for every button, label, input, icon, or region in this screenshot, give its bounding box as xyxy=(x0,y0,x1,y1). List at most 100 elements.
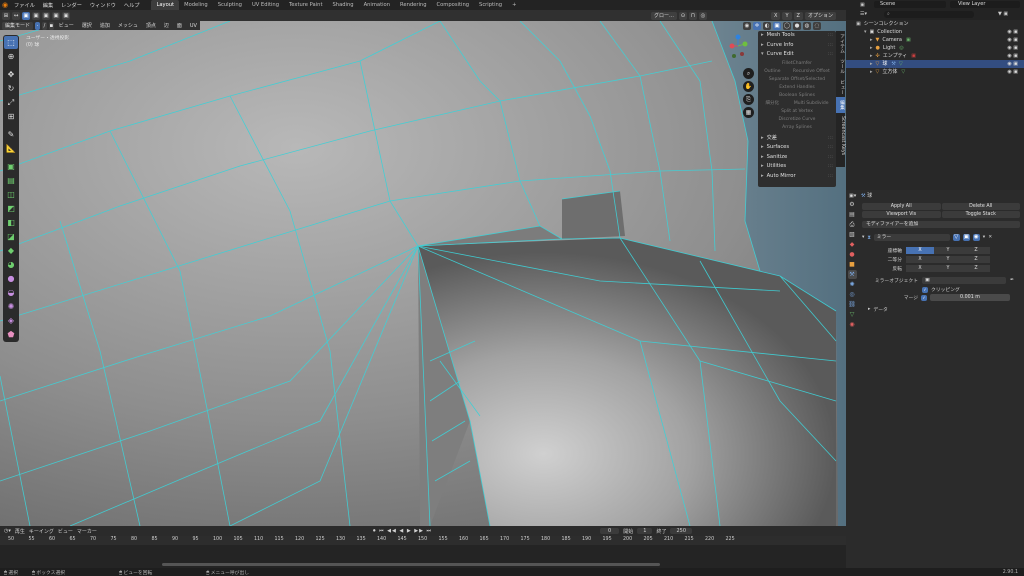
outliner-row-camera[interactable]: ▸ ▼ Camera ▣ ◉ ▣ xyxy=(846,36,1024,44)
flip-y-button[interactable]: Y xyxy=(934,265,962,272)
panel-curve-info[interactable]: ▸ Curve Info::: xyxy=(758,41,836,51)
menu-file[interactable]: ファイル xyxy=(10,2,39,9)
modifiers-tab-icon[interactable]: ⚒ xyxy=(847,270,857,279)
axis-z-toggle[interactable]: Z xyxy=(793,11,803,20)
tab-screencast-keys[interactable]: Screencast Keys xyxy=(836,113,845,158)
select-mode-invert-icon[interactable]: ▣ xyxy=(52,11,60,20)
timeline-editor-icon[interactable]: ◷▾ xyxy=(4,528,11,534)
view-layer-selector[interactable]: View Layer xyxy=(950,1,1020,8)
panel-utilities[interactable]: ▸ Utilities::: xyxy=(758,162,836,172)
physics-tab-icon[interactable]: ◎ xyxy=(848,290,857,299)
outliner-search-input[interactable]: ⌕ xyxy=(884,11,974,18)
add-modifier-dropdown[interactable]: モディファイアーを追加 xyxy=(862,221,1020,228)
transform-tool-icon[interactable]: ⊞ xyxy=(4,110,18,123)
workspace-tab-shading[interactable]: Shading xyxy=(327,0,358,10)
expand-arrow-icon[interactable]: ▾ xyxy=(864,28,867,36)
toggle-stack-button[interactable]: Toggle Stack xyxy=(941,211,1020,218)
expand-arrow-icon[interactable]: ▸ xyxy=(870,60,873,68)
viewport-vis-button[interactable]: Viewport Vis xyxy=(862,211,941,218)
visibility-icon[interactable]: ◉ xyxy=(743,21,751,30)
tab-item[interactable]: アイテム xyxy=(836,31,845,56)
menu-add[interactable]: 追加 xyxy=(97,22,113,30)
outliner-row-collection[interactable]: ▾ ▣ Collection ◉ ▣ xyxy=(846,28,1024,36)
workspace-tab-texture-paint[interactable]: Texture Paint xyxy=(284,0,327,10)
camera-view-icon[interactable]: ⎘ xyxy=(743,94,754,105)
timeline-scrollbar[interactable] xyxy=(162,563,660,566)
axis-x-button[interactable]: X xyxy=(906,247,934,254)
tab-tool[interactable]: ツール xyxy=(836,56,845,76)
visibility-eye-icon[interactable]: ◉ ▣ xyxy=(1007,36,1018,44)
menu-vertex[interactable]: 頂点 xyxy=(143,22,159,30)
navigation-gizmo[interactable] xyxy=(728,34,748,60)
object-tab-icon[interactable]: ■ xyxy=(848,260,857,269)
delete-all-button[interactable]: Delete All xyxy=(941,203,1020,210)
vertex-select-icon[interactable]: · xyxy=(35,21,40,30)
cursor-tool-icon[interactable]: ⊕ xyxy=(4,50,18,63)
menu-marker[interactable]: マーカー xyxy=(77,528,97,535)
menu-render[interactable]: レンダー xyxy=(57,2,86,9)
perspective-grid-icon[interactable]: ▦ xyxy=(743,107,754,118)
axis-x-toggle[interactable]: X xyxy=(771,11,781,20)
rip-region-tool-icon[interactable]: ⬟ xyxy=(4,328,18,341)
annotate-tool-icon[interactable]: ✎ xyxy=(4,128,18,141)
visibility-eye-icon[interactable]: ◉ ▣ xyxy=(1007,28,1018,36)
edge-slide-tool-icon[interactable]: ◒ xyxy=(4,286,18,299)
panel-sanitize[interactable]: ▸ Sanitize::: xyxy=(758,153,836,163)
menu-keying[interactable]: キーイング xyxy=(29,528,54,535)
expand-arrow-icon[interactable]: ▸ xyxy=(870,36,873,44)
render-tab-icon[interactable]: ▤ xyxy=(848,210,857,219)
knife-tool-icon[interactable]: ◪ xyxy=(4,230,18,243)
menu-edit[interactable]: 編集 xyxy=(39,2,57,9)
extend-handles-button[interactable]: Extend Handles xyxy=(758,84,836,92)
merge-distance-field[interactable]: 0.001 m xyxy=(930,294,1010,301)
view-layer-tab-icon[interactable]: ▧ xyxy=(848,230,857,239)
tool-tab-icon[interactable]: ⚙ xyxy=(848,200,857,209)
timeline-ruler[interactable]: 50 55 60 65 70 75 80 85 90 95 100 105 110 115 120 125 13… xyxy=(0,536,846,545)
menu-playback[interactable]: 再生 xyxy=(15,528,25,535)
panel-surfaces[interactable]: ▸ Surfaces::: xyxy=(758,143,836,153)
poly-build-tool-icon[interactable]: ◆ xyxy=(4,244,18,257)
panel-auto-mirror[interactable]: ▸ Auto Mirror::: xyxy=(758,172,836,182)
bisect-y-button[interactable]: Y xyxy=(934,256,962,263)
viewport-toggle-icon[interactable]: ▣ xyxy=(962,234,970,241)
bisect-z-button[interactable]: Z xyxy=(962,256,990,263)
blender-logo-icon[interactable]: ◉ xyxy=(0,0,10,10)
visibility-eye-icon[interactable]: ◉ ▣ xyxy=(1007,44,1018,52)
render-toggle-icon[interactable]: ◉ xyxy=(972,234,980,241)
workspace-tab-modeling[interactable]: Modeling xyxy=(179,0,213,10)
select-mode-intersect-icon[interactable]: ▣ xyxy=(62,11,70,20)
zoom-icon[interactable]: ⌕ xyxy=(743,68,754,79)
menu-uv[interactable]: UV xyxy=(187,22,200,30)
workspace-tab-compositing[interactable]: Compositing xyxy=(432,0,475,10)
add-workspace-button[interactable]: + xyxy=(507,0,521,10)
mirror-object-field[interactable]: ▣ xyxy=(922,277,1006,284)
menu-face[interactable]: 面 xyxy=(174,22,185,30)
data-tab-icon[interactable]: ▽ xyxy=(848,310,857,319)
add-cube-tool-icon[interactable]: ▣ xyxy=(4,160,18,173)
select-mode-subtract-icon[interactable]: ▣ xyxy=(42,11,50,20)
scene-selector[interactable]: Scene xyxy=(874,1,946,8)
axis-y-toggle[interactable]: Y xyxy=(782,11,792,20)
fillet-chamfer-button[interactable]: FilletChamfer xyxy=(758,60,836,68)
xray-icon[interactable]: ▣ xyxy=(773,21,781,30)
scene-tab-icon[interactable]: ◆ xyxy=(848,240,857,249)
scale-tool-icon[interactable]: ⤢ xyxy=(4,96,18,109)
playback-controls[interactable]: ⏺ ⏮ ◀◀ ◀ ▶ ▶▶ ⏭ xyxy=(373,528,432,534)
snap-icon[interactable]: ⊓ xyxy=(689,11,698,20)
eyedropper-icon[interactable]: ✒ xyxy=(1010,278,1014,283)
axis-z-button[interactable]: Z xyxy=(962,247,990,254)
menu-help[interactable]: ヘルプ xyxy=(120,2,144,9)
recursive-offset-button[interactable]: Recursive Offset xyxy=(793,68,830,76)
workspace-tab-layout[interactable]: Layout xyxy=(151,0,180,10)
shear-tool-icon[interactable]: ◈ xyxy=(4,314,18,327)
menu-window[interactable]: ウィンドウ xyxy=(86,2,120,9)
select-mode-extend-icon[interactable]: ▣ xyxy=(32,11,40,20)
outline-button[interactable]: Outline xyxy=(764,68,780,76)
outliner-display-mode-icon[interactable]: ☰▾ xyxy=(860,11,880,18)
filter-icon[interactable]: ▼ ▣ xyxy=(998,11,1018,18)
clipping-checkbox[interactable]: ✓ xyxy=(922,286,928,293)
separate-offset-button[interactable]: Separate Offset/Selected xyxy=(758,76,836,84)
merge-checkbox[interactable]: ✓ xyxy=(921,294,927,301)
outliner-row-light[interactable]: ▸ ● Light ◎ ◉ ▣ xyxy=(846,44,1024,52)
start-frame-field[interactable]: 1 xyxy=(637,528,653,534)
